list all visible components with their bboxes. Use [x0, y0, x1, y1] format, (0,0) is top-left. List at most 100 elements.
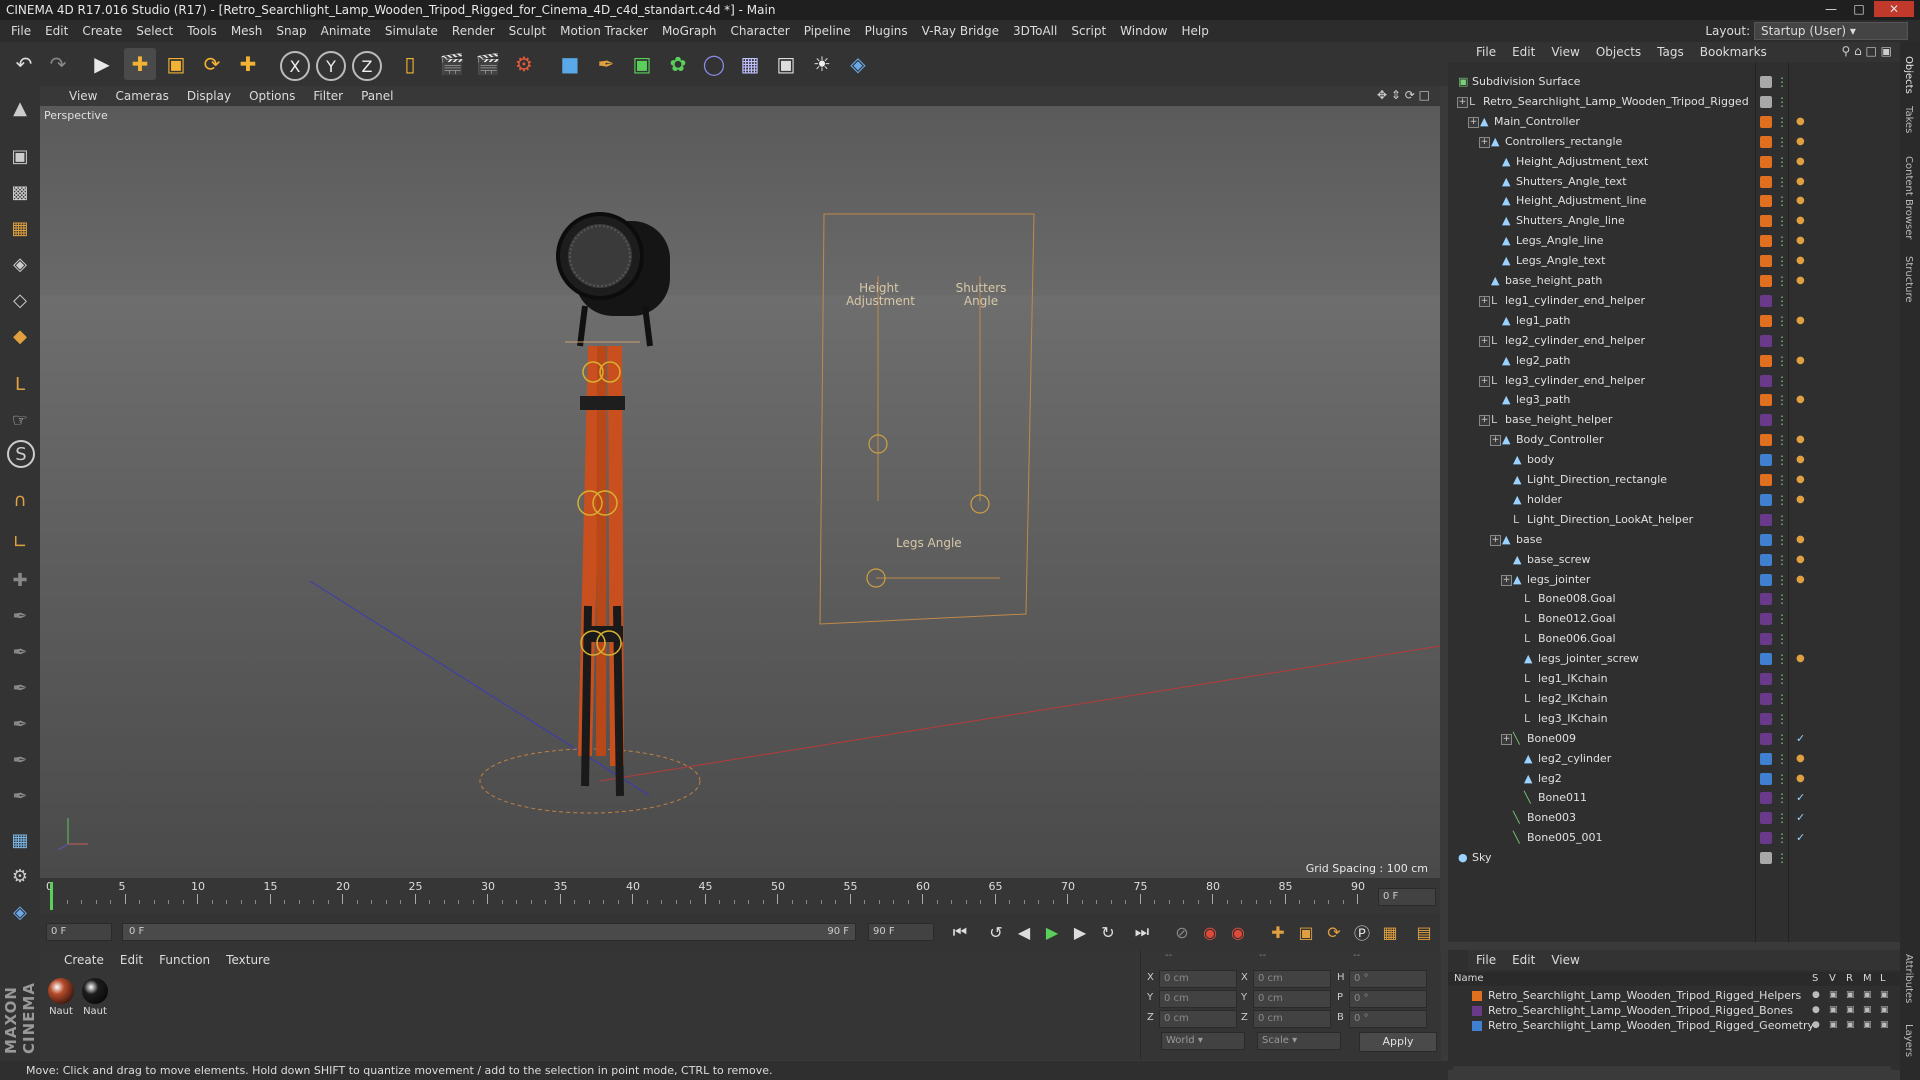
bone-tool-ps-icon[interactable]: ✒: [4, 672, 36, 704]
object-row[interactable]: ▲ Shutters_Angle_text ⋮ ●: [1448, 172, 1900, 192]
object-row[interactable]: ▲ Light_Direction_rectangle ⋮ ●: [1448, 470, 1900, 490]
visibility-dots-icon[interactable]: ⋮: [1776, 152, 1788, 172]
menu-render[interactable]: Render: [445, 20, 502, 42]
python-script-icon[interactable]: ◈: [4, 896, 36, 928]
object-row[interactable]: ▲ body ⋮ ●: [1448, 450, 1900, 470]
cloner-icon[interactable]: ✿: [662, 48, 694, 80]
object-menu-bookmarks[interactable]: Bookmarks: [1692, 42, 1775, 62]
visibility-dots-icon[interactable]: ⋮: [1776, 291, 1788, 311]
tag-icon[interactable]: ●: [1796, 470, 1805, 490]
tag-icon[interactable]: ●: [1796, 191, 1805, 211]
menu-mesh[interactable]: Mesh: [224, 20, 270, 42]
object-row[interactable]: + ╲ Bone009 ⋮ ✓: [1448, 729, 1900, 749]
tag-icon[interactable]: ●: [1796, 112, 1805, 132]
layer-color-swatch[interactable]: [1760, 95, 1772, 108]
side-tab-structure[interactable]: Structure: [1903, 256, 1914, 303]
layer-color-swatch[interactable]: [1760, 613, 1772, 626]
menu-character[interactable]: Character: [723, 20, 796, 42]
visibility-dots-icon[interactable]: ⋮: [1776, 808, 1788, 828]
object-row[interactable]: Lleg1_IKchain ⋮: [1448, 669, 1900, 689]
coordinate-space-dropdown[interactable]: World ▾: [1161, 1032, 1245, 1050]
go-to-end-icon[interactable]: ⏭: [1130, 920, 1154, 944]
menu-window[interactable]: Window: [1113, 20, 1174, 42]
menu-v-ray-bridge[interactable]: V-Ray Bridge: [915, 20, 1006, 42]
visibility-dots-icon[interactable]: ⋮: [1776, 530, 1788, 550]
layer-color-swatch[interactable]: [1760, 76, 1772, 88]
menu-simulate[interactable]: Simulate: [378, 20, 445, 42]
menu-help[interactable]: Help: [1174, 20, 1215, 42]
object-menu-view[interactable]: View: [1543, 42, 1587, 62]
visibility-dots-icon[interactable]: ⋮: [1776, 848, 1788, 868]
tag-icon[interactable]: ●: [1796, 450, 1805, 470]
visibility-dots-icon[interactable]: ⋮: [1776, 351, 1788, 371]
object-row[interactable]: ╲ Bone003 ⋮ ✓: [1448, 808, 1900, 828]
material-menu-texture[interactable]: Texture: [218, 950, 278, 970]
autokey-icon[interactable]: ◉: [1226, 920, 1250, 944]
render-picture-viewer-icon[interactable]: 🎬: [472, 48, 504, 80]
layer-color-swatch[interactable]: [1760, 255, 1772, 268]
timeline-window-icon[interactable]: ▤: [1412, 920, 1436, 944]
object-menu-file[interactable]: File: [1468, 42, 1504, 62]
manager-icon[interactable]: ▣: [1863, 988, 1872, 1003]
expand-toggle-icon[interactable]: +: [1479, 136, 1490, 148]
visibility-dots-icon[interactable]: ⋮: [1776, 112, 1788, 132]
coord-value-field[interactable]: 0 cm: [1159, 1010, 1237, 1028]
object-row[interactable]: + ▲ Main_Controller ⋮ ●: [1448, 112, 1900, 132]
layer-color-swatch[interactable]: [1760, 215, 1772, 228]
weight-tool-icon[interactable]: ✒: [4, 744, 36, 776]
object-row[interactable]: ▲ holder ⋮ ●: [1448, 490, 1900, 510]
side-tab-content-browser[interactable]: Content Browser: [1903, 156, 1914, 239]
grid-snap-icon[interactable]: ▦: [4, 824, 36, 856]
key-scale-icon[interactable]: ▣: [1294, 920, 1318, 944]
coord-value-field[interactable]: 0 cm: [1253, 1010, 1331, 1028]
visibility-dots-icon[interactable]: ⋮: [1776, 749, 1788, 769]
object-row[interactable]: ▲ leg2_path ⋮ ●: [1448, 351, 1900, 371]
object-row[interactable]: + Lleg1_cylinder_end_helper ⋮: [1448, 291, 1900, 311]
object-row[interactable]: + Lbase_height_helper ⋮: [1448, 410, 1900, 430]
object-menu-tags[interactable]: Tags: [1649, 42, 1692, 62]
visibility-dots-icon[interactable]: ⋮: [1776, 72, 1788, 92]
layer-color-swatch[interactable]: [1760, 275, 1772, 287]
layout-selector[interactable]: Layout: Startup (User) ▾: [1705, 22, 1908, 40]
key-pla-icon[interactable]: ▦: [1378, 920, 1402, 944]
menu-create[interactable]: Create: [75, 20, 129, 42]
layer-color-swatch[interactable]: [1760, 394, 1772, 407]
playhead[interactable]: [50, 882, 53, 910]
layer-menu-file[interactable]: File: [1468, 950, 1504, 970]
snap-icon[interactable]: S: [7, 440, 35, 468]
next-key-icon[interactable]: ↻: [1096, 920, 1120, 944]
expand-toggle-icon[interactable]: +: [1490, 534, 1501, 546]
coord-value-field[interactable]: 0 °: [1349, 1010, 1427, 1028]
previous-frame-icon[interactable]: ◀: [1012, 920, 1036, 944]
layer-color-swatch[interactable]: [1760, 115, 1772, 128]
viewport-menu-cameras[interactable]: Cameras: [106, 86, 177, 106]
minimize-button[interactable]: —: [1818, 1, 1844, 17]
object-row[interactable]: ▲ Height_Adjustment_line ⋮ ●: [1448, 191, 1900, 211]
layer-color-swatch[interactable]: [1760, 195, 1772, 208]
viewport-menu-panel[interactable]: Panel: [352, 86, 402, 106]
visibility-dots-icon[interactable]: ⋮: [1776, 231, 1788, 251]
layer-color-swatch[interactable]: [1760, 812, 1772, 825]
undo-icon[interactable]: ↶: [8, 48, 40, 80]
object-row[interactable]: ▣ Subdivision Surface ⋮: [1448, 72, 1900, 92]
menu-file[interactable]: File: [4, 20, 38, 42]
visible-eye-icon[interactable]: ▣: [1829, 988, 1838, 1003]
pen-spline-icon[interactable]: ✒: [590, 48, 622, 80]
z-axis-lock-icon[interactable]: Z: [352, 51, 382, 81]
viewport-menu-options[interactable]: Options: [240, 86, 304, 106]
tag-icon[interactable]: ●: [1796, 251, 1805, 271]
coord-value-field[interactable]: 0 cm: [1159, 970, 1237, 988]
tag-icon[interactable]: ●: [1796, 172, 1805, 192]
menu-select[interactable]: Select: [129, 20, 180, 42]
layer-menu-edit[interactable]: Edit: [1504, 950, 1543, 970]
visibility-dots-icon[interactable]: ⋮: [1776, 410, 1788, 430]
tag-icon[interactable]: ●: [1796, 530, 1805, 550]
layer-color-swatch[interactable]: [1760, 653, 1772, 666]
expand-toggle-icon[interactable]: +: [1479, 375, 1490, 387]
end-frame-field[interactable]: 90 F: [868, 923, 934, 941]
layer-color-swatch[interactable]: [1760, 374, 1772, 387]
redo-icon[interactable]: ↷: [42, 48, 74, 80]
layer-color-swatch[interactable]: [1760, 673, 1772, 685]
expand-toggle-icon[interactable]: +: [1479, 415, 1490, 427]
object-row[interactable]: ● Sky ⋮: [1448, 848, 1900, 868]
